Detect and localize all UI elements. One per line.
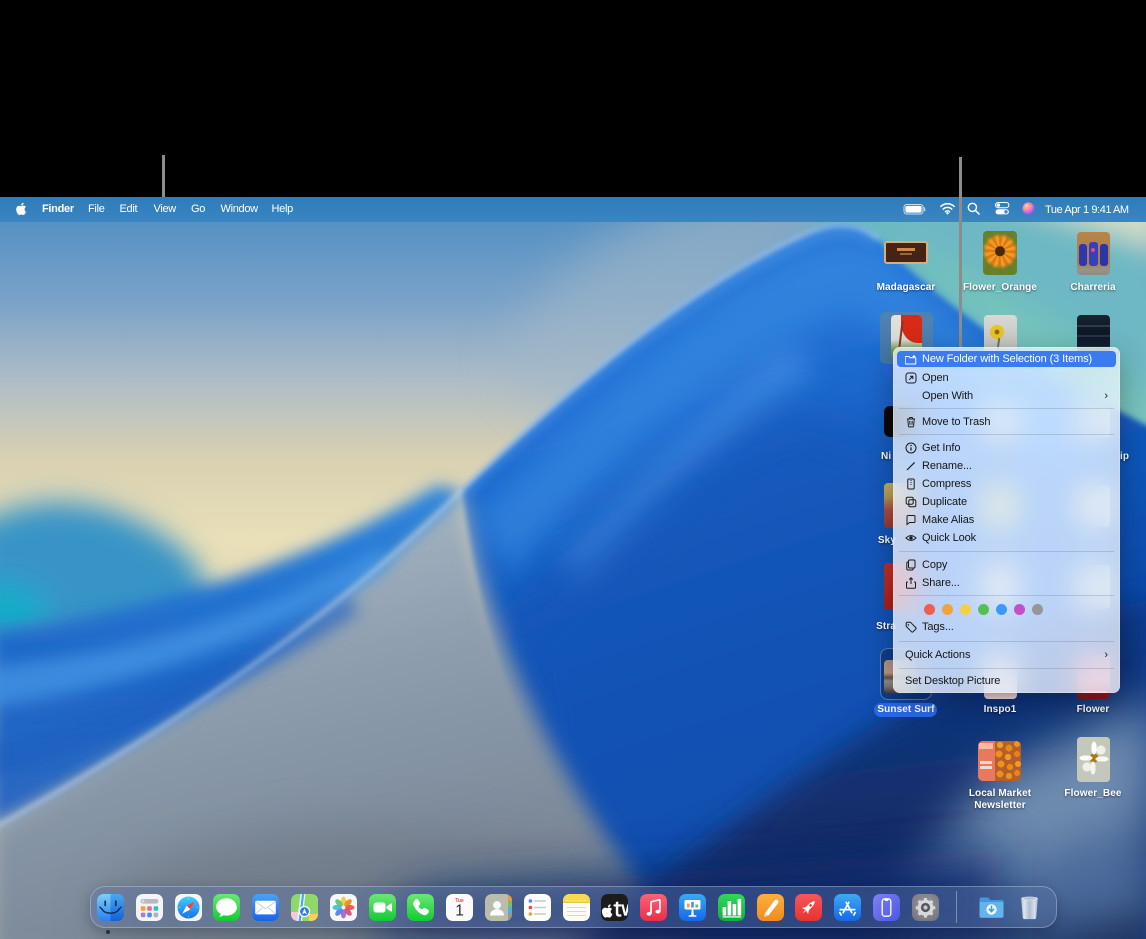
svg-text:1: 1	[455, 903, 464, 920]
